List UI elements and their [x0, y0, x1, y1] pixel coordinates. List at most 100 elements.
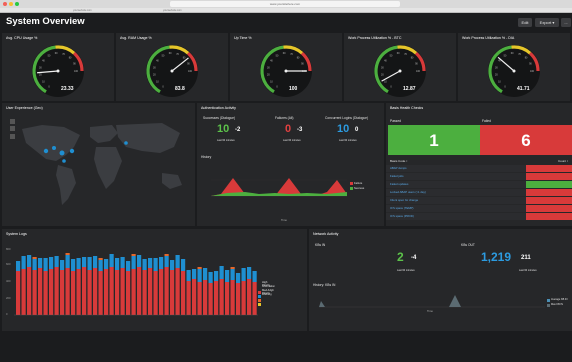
maximize-window-icon[interactable] [15, 2, 19, 6]
status-cell [526, 197, 572, 204]
log-bar-high [153, 271, 158, 315]
log-bar-high [219, 279, 224, 315]
log-bar-info [252, 271, 257, 282]
log-bar-high [38, 268, 43, 315]
basis-code-link[interactable]: Client open for change [390, 198, 418, 202]
table-row[interactable]: O/S space (TEMP) [386, 205, 572, 212]
basis-code-link[interactable]: Failed updates [390, 182, 408, 186]
map-marker [52, 146, 56, 150]
network-activity-panel: Network Activity KBs IN KBs OUT 2 -4 Las… [309, 229, 572, 331]
close-window-icon[interactable] [3, 2, 7, 6]
passed-tile[interactable]: 1 [388, 125, 480, 155]
basis-code-header[interactable]: Basis Code ↕ [390, 159, 408, 163]
log-bar-info [76, 258, 81, 269]
log-bar-high [142, 270, 147, 315]
table-row[interactable]: Failed updates [386, 181, 572, 188]
log-bar-info [203, 268, 208, 280]
log-bar-info [137, 255, 142, 267]
log-bar-high [230, 280, 235, 315]
basis-code-link[interactable]: Locked ABAP users (>1 day) [390, 190, 426, 194]
table-row[interactable]: Failed jobs [386, 173, 572, 180]
basis-code-link[interactable]: O/S space (TEMP) [390, 206, 413, 210]
footer-area [0, 333, 572, 362]
table-row[interactable]: ABAP dumps [386, 165, 572, 172]
log-bar-info [43, 258, 48, 271]
log-bar-high [54, 267, 59, 315]
log-bar-high [115, 270, 120, 315]
log-bar-high [87, 270, 92, 315]
legend-average-kb-in: Average KB IN [551, 298, 568, 301]
log-bar-high [214, 281, 219, 315]
address-bar[interactable]: www.yoursitehere.com [170, 1, 400, 7]
log-bar-info [82, 257, 87, 267]
more-button[interactable]: ... [561, 18, 571, 27]
legend-failure: Failure [354, 182, 363, 185]
failed-tile[interactable]: 6 [480, 125, 572, 155]
kbs-in-sub: Last 60 minutes [397, 269, 415, 272]
edit-button[interactable]: Edit [518, 18, 532, 27]
log-bar-info [236, 273, 241, 283]
map-marker [59, 150, 65, 156]
successes-value: 10 [217, 123, 230, 135]
log-bar-info [126, 261, 131, 271]
count-header[interactable]: Count ↕ [558, 159, 568, 163]
table-row[interactable]: O/S space (PROD) [386, 213, 572, 220]
legend-success: Success [354, 187, 365, 190]
table-row[interactable]: Locked ABAP users (>1 day) [386, 189, 572, 196]
successes-delta: -2 [235, 127, 241, 133]
page-title: System Overview [6, 16, 85, 27]
failures-value: 0 [285, 123, 292, 135]
log-bar-med [131, 254, 136, 256]
log-bar-high [137, 267, 142, 315]
panel-title: Basis Health Checks [390, 106, 424, 110]
log-bar-high [27, 267, 32, 315]
gauge-value: 100 [289, 86, 298, 92]
log-bar-info [32, 259, 37, 270]
status-cell [526, 181, 572, 188]
auth-history-chart [211, 178, 353, 197]
gauge-panel: Work Process Utilization % - BTC 0 10 20 30 4… [344, 33, 456, 101]
log-bar-high [175, 268, 180, 315]
kbs-out-value: 1,219 [481, 250, 512, 264]
kbs-in-delta: -4 [411, 255, 417, 261]
log-bar-info [120, 257, 125, 268]
log-bar-high [60, 270, 65, 315]
minimize-window-icon[interactable] [9, 2, 13, 6]
world-map[interactable] [2, 103, 195, 226]
browser-chrome: www.yoursitehere.com [0, 0, 572, 8]
log-bar-high [170, 270, 175, 315]
export-button[interactable]: Export ▾ [535, 18, 559, 27]
log-bar-info [170, 260, 175, 270]
gauge-panel: Work Process Utilization % - DIA 0 10 20 30 4… [458, 33, 570, 101]
log-bar-info [104, 259, 109, 269]
log-bar-high [208, 283, 213, 315]
log-bar-info [87, 257, 92, 270]
log-bar-info [214, 271, 219, 281]
log-bar-high [236, 283, 241, 315]
log-bar-info [175, 255, 180, 268]
log-bar-info [225, 270, 230, 282]
passed-count: 1 [429, 131, 439, 150]
panel-title: Network Activity [313, 232, 339, 236]
log-bar-info [148, 258, 153, 268]
basis-code-link[interactable]: O/S space (PROD) [390, 214, 414, 218]
log-bar-high [16, 271, 21, 315]
log-bar-high [109, 267, 114, 315]
status-cell [526, 165, 572, 172]
kbs-out-delta: 211 [521, 255, 531, 261]
basis-code-link[interactable]: ABAP dumps [390, 166, 407, 170]
log-bar-info [208, 272, 213, 283]
log-bar-info [131, 256, 136, 269]
table-row[interactable]: Client open for change [386, 197, 572, 204]
status-cell [526, 173, 572, 180]
legend-success-swatch [350, 187, 353, 190]
gauge-value: 23.33 [61, 86, 74, 92]
kbs-out-sub: Last 60 minutes [519, 269, 537, 272]
log-bar-info [65, 255, 70, 268]
log-bar-med [197, 267, 202, 269]
basis-code-link[interactable]: Failed jobs [390, 174, 404, 178]
successes-label: Successes (Dialogue) [203, 116, 236, 120]
x-axis-label: Time [427, 310, 433, 313]
concurrent-value: 10 [337, 123, 350, 135]
log-bar-high [181, 271, 186, 315]
